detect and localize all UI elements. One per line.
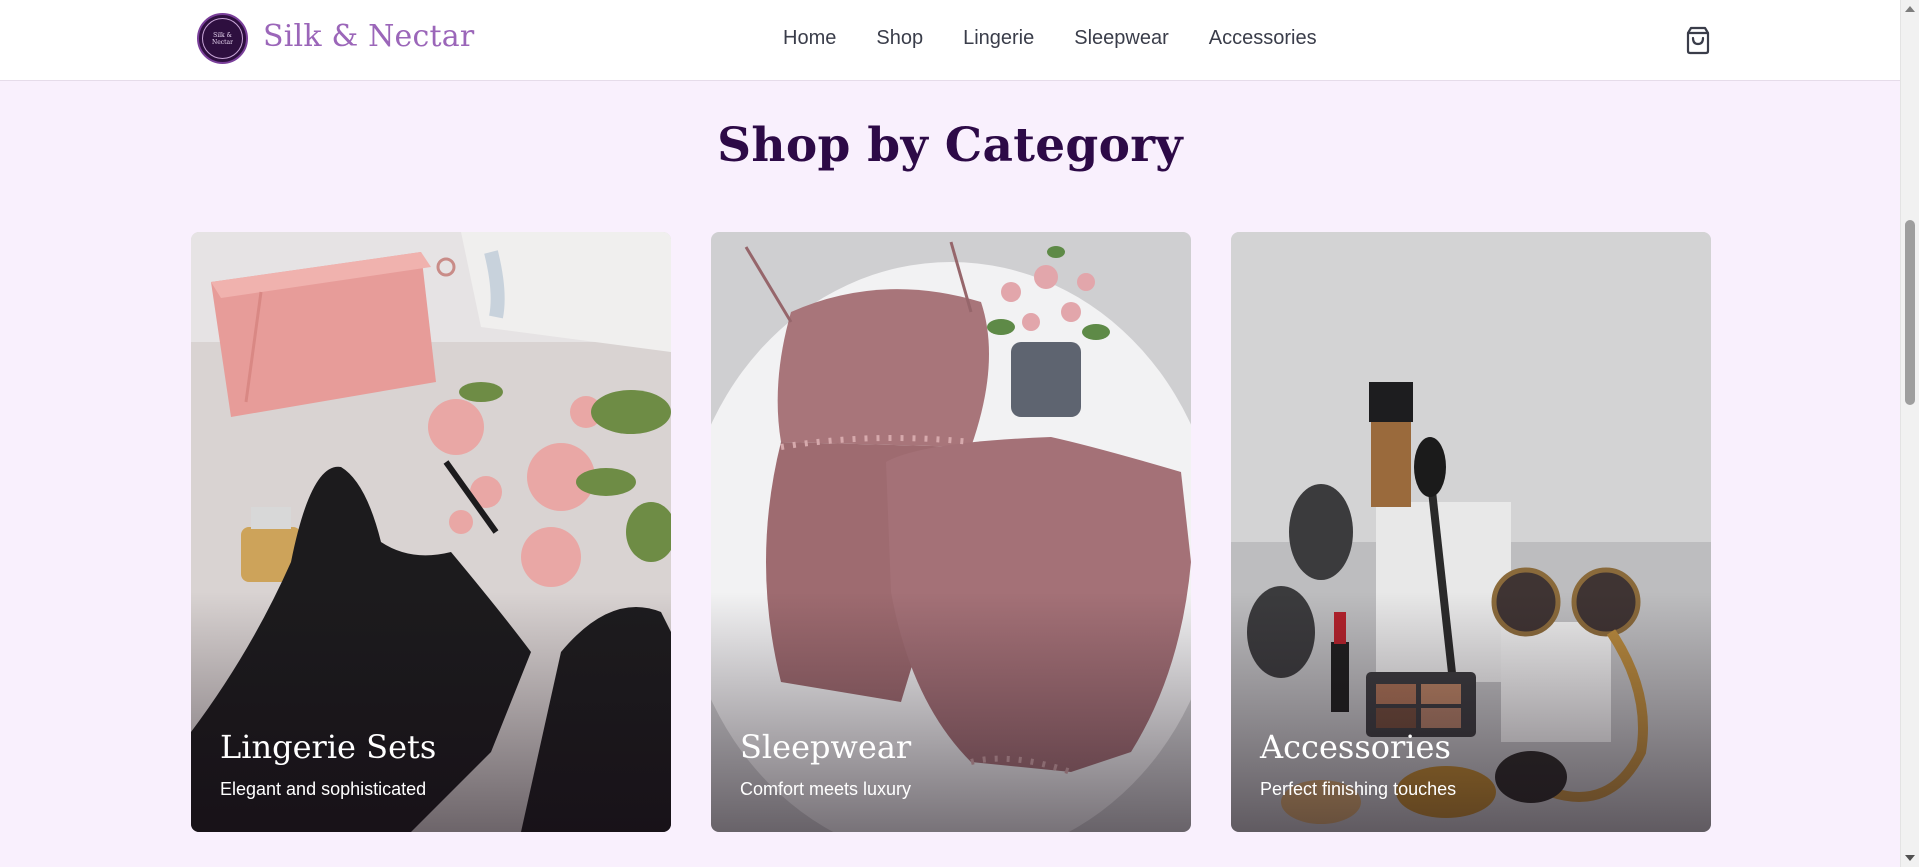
category-subtitle: Elegant and sophisticated <box>220 779 427 799</box>
section-title: Shop by Category <box>717 118 1183 173</box>
vertical-scrollbar[interactable] <box>1900 0 1919 867</box>
category-card-sleepwear[interactable]: Sleepwear Comfort meets luxury <box>711 232 1191 832</box>
nav-link-home[interactable]: Home <box>783 27 836 50</box>
cart-button[interactable] <box>1683 25 1713 55</box>
main-nav: Home Shop Lingerie Sleepwear Accessories <box>783 27 1317 50</box>
page: Silk & Nectar Silk & Nectar Home Shop Li… <box>0 0 1900 867</box>
brand-name[interactable]: Silk & Nectar <box>263 19 474 54</box>
shopping-bag-icon <box>1686 26 1710 55</box>
scroll-down-arrow-icon[interactable] <box>1905 855 1915 861</box>
nav-link-accessories[interactable]: Accessories <box>1209 27 1317 50</box>
category-subtitle: Comfort meets luxury <box>740 779 912 799</box>
nav-link-lingerie[interactable]: Lingerie <box>963 27 1034 50</box>
logo-badge-text: Silk & Nectar <box>202 18 243 59</box>
nav-link-shop[interactable]: Shop <box>876 27 923 50</box>
nav-link-sleepwear[interactable]: Sleepwear <box>1074 27 1169 50</box>
category-card-accessories[interactable]: Accessories Perfect finishing touches <box>1231 232 1711 832</box>
site-header: Silk & Nectar Silk & Nectar Home Shop Li… <box>0 0 1900 81</box>
scroll-up-arrow-icon[interactable] <box>1905 6 1915 12</box>
scrollbar-thumb[interactable] <box>1905 220 1915 405</box>
category-card-lingerie-sets[interactable]: Lingerie Sets Elegant and sophisticated <box>191 232 671 832</box>
category-title: Sleepwear <box>740 728 912 766</box>
category-title: Accessories <box>1260 728 1451 766</box>
category-subtitle: Perfect finishing touches <box>1260 779 1457 799</box>
category-title: Lingerie Sets <box>220 728 437 766</box>
logo-badge[interactable]: Silk & Nectar <box>197 13 248 64</box>
